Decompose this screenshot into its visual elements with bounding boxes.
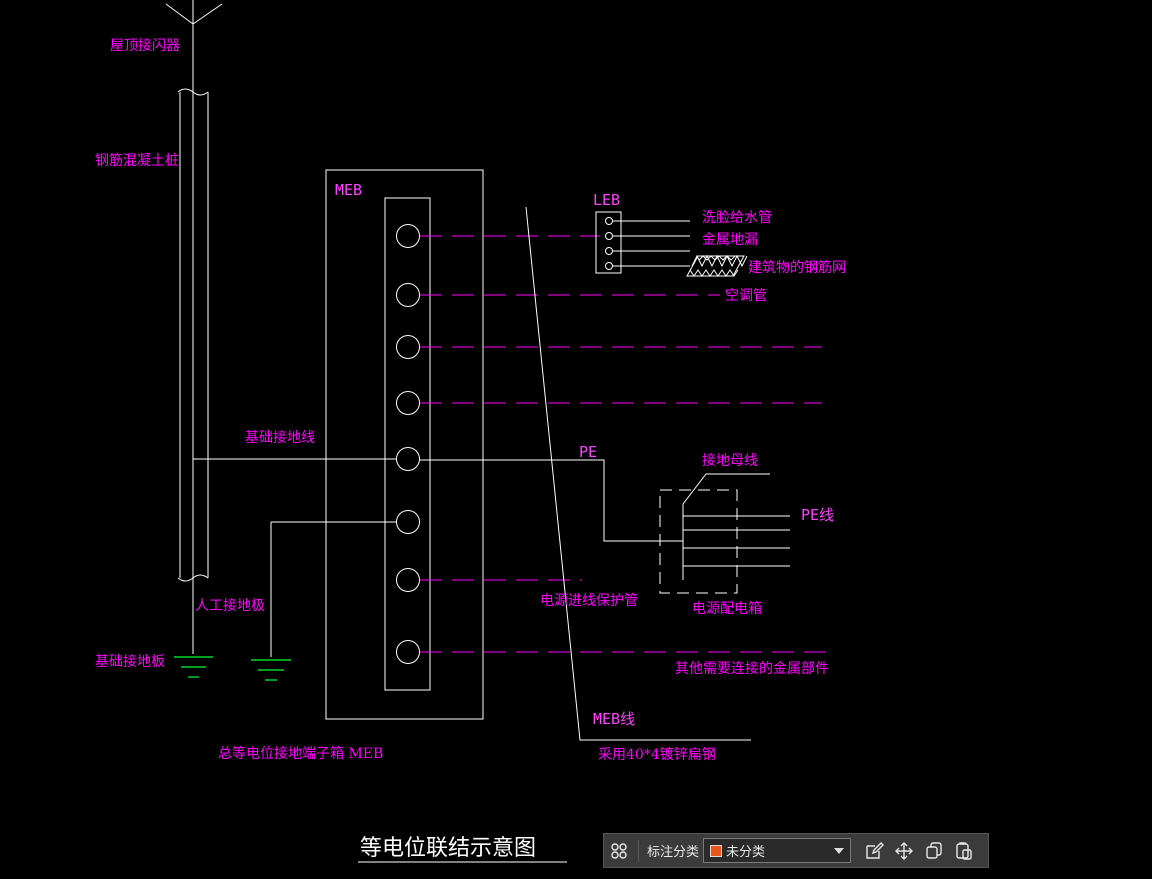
edit-icon[interactable] xyxy=(859,836,889,866)
pe-wire xyxy=(420,459,683,542)
meb-terminal xyxy=(396,391,420,415)
label-meb-line: MEB线 xyxy=(593,710,635,728)
label-meb-top: MEB xyxy=(335,181,362,199)
category-select[interactable]: 未分类 xyxy=(703,838,852,863)
category-color-swatch xyxy=(710,844,723,857)
label-power-conduit: 电源进线保护管 xyxy=(540,593,638,609)
meb-terminal xyxy=(396,640,420,664)
label-pile: 钢筋混凝土桩 xyxy=(95,152,179,169)
meb-terminal xyxy=(396,224,420,248)
meb-box-outer xyxy=(325,169,484,720)
meb-terminals xyxy=(396,224,420,664)
label-bath-pipe: 洗脸给水管 xyxy=(702,210,772,226)
meb-terminal xyxy=(396,335,420,359)
toolbar-separator xyxy=(638,839,639,862)
label-roof-arrester: 屋顶接闪器 xyxy=(110,37,180,54)
meb-terminal xyxy=(396,283,420,307)
label-floor-drain: 金属地漏 xyxy=(702,232,758,248)
label-flat-steel: 采用40*4镀锌扁钢 xyxy=(598,746,716,763)
annotation-toolbar: 标注分类 未分类 xyxy=(603,833,989,868)
label-foundation-plate: 基础接地板 xyxy=(95,653,165,670)
move-icon[interactable] xyxy=(889,836,919,866)
leb-box xyxy=(595,211,690,274)
meb-terminal xyxy=(396,568,420,592)
label-rebar-mesh: 建筑物的钢筋网 xyxy=(748,259,846,276)
category-label: 标注分类 xyxy=(647,845,700,860)
ground-symbol-foundation xyxy=(174,656,213,678)
copy-icon[interactable] xyxy=(919,836,949,866)
dashed-links xyxy=(420,235,834,653)
paste-icon[interactable] xyxy=(949,836,979,866)
meb-terminal xyxy=(396,510,420,534)
label-pe-line: PE线 xyxy=(801,506,834,524)
category-select-value: 未分类 xyxy=(726,845,766,860)
label-meb-box-caption: 总等电位接地端子箱 MEB xyxy=(218,745,383,762)
distribution-box xyxy=(659,473,790,594)
label-other-metal: 其他需要连接的金属部件 xyxy=(675,660,829,677)
equipotential-diagram: 屋顶接闪器 钢筋混凝土桩 基础接地线 人工接地极 基础接地板 MEB 总等电位接… xyxy=(95,0,846,863)
label-ground-bus: 接地母线 xyxy=(702,452,758,469)
meb-terminal xyxy=(396,447,420,471)
label-ac-pipe: 空调管 xyxy=(725,288,767,304)
meb-terminal-strip xyxy=(384,197,431,691)
chevron-down-icon xyxy=(834,847,845,854)
label-foundation-wire: 基础接地线 xyxy=(245,429,315,446)
label-leb: LEB xyxy=(593,191,620,209)
concrete-pile xyxy=(177,88,209,654)
rebar-mesh-symbol xyxy=(686,254,748,277)
grid-icon[interactable] xyxy=(604,836,634,866)
label-pe: PE xyxy=(579,443,597,461)
diagram-title: 等电位联结示意图 xyxy=(360,836,536,861)
label-artificial-plate: 人工接地极 xyxy=(195,597,265,614)
label-distribution-box: 电源配电箱 xyxy=(692,601,762,617)
